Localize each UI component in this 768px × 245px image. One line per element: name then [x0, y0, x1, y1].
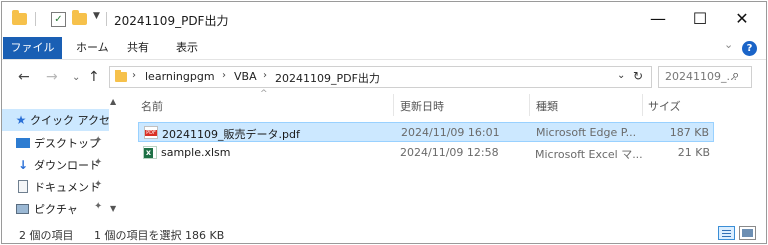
selection-info: 1 個の項目を選択 186 KB	[94, 229, 225, 242]
file-row[interactable]: sample.xlsm 2024/11/09 12:58 Microsoft E…	[138, 143, 714, 163]
sidebar-item-label: デスクトップ	[34, 137, 100, 150]
file-name: sample.xlsm	[161, 146, 231, 159]
item-count: 2 個の項目	[19, 229, 74, 242]
column-header-type[interactable]: 種類	[536, 98, 558, 114]
file-date: 2024/11/09 16:01	[401, 126, 500, 139]
large-icons-view-button[interactable]	[739, 226, 756, 240]
sidebar-item-label: ピクチャ	[34, 203, 78, 216]
file-date: 2024/11/09 12:58	[400, 146, 499, 159]
ribbon-expand-icon[interactable]: ⌄	[724, 38, 733, 51]
breadcrumb-separator[interactable]: ›	[263, 70, 267, 81]
sidebar-item-downloads[interactable]: ↓ ダウンロード ✦	[2, 154, 109, 176]
breadcrumb-current-folder[interactable]: 20241109_PDF出力	[275, 70, 380, 86]
column-header-name[interactable]: 名前	[141, 98, 163, 114]
navigation-pane: ★ クイック アクセ デスクトップ ✦ ↓ ダウンロード ✦ ドキュメント ✦ …	[2, 97, 121, 222]
desktop-icon	[16, 136, 30, 150]
search-icon[interactable]: ⌕	[732, 68, 739, 83]
documents-icon	[16, 180, 30, 194]
breadcrumb-separator[interactable]: ›	[132, 70, 136, 81]
maximize-button[interactable]: ☐	[680, 6, 720, 32]
address-bar[interactable]: › learningpgm › VBA › 20241109_PDF出力 ⌄ ↻	[109, 66, 652, 88]
nav-scroll-down-button[interactable]: ▼	[110, 204, 116, 213]
tab-file[interactable]: ファイル	[3, 37, 62, 59]
pin-icon[interactable]: ✦	[94, 135, 102, 146]
ribbon-divider	[2, 59, 766, 60]
minimize-button[interactable]: —	[638, 6, 678, 32]
pin-icon[interactable]: ✦	[94, 201, 102, 212]
tab-share[interactable]: 共有	[127, 36, 149, 59]
details-view-button[interactable]	[718, 226, 735, 240]
address-dropdown-icon[interactable]: ⌄	[617, 70, 625, 81]
breadcrumb-separator[interactable]: ›	[222, 70, 226, 81]
up-button[interactable]: ↑	[88, 68, 100, 86]
close-button[interactable]: ✕	[722, 6, 762, 32]
file-row[interactable]: 20241109_販売データ.pdf 2024/11/09 16:01 Micr…	[138, 122, 714, 142]
sidebar-item-pictures[interactable]: ピクチャ ✦	[2, 198, 109, 220]
tab-home[interactable]: ホーム	[76, 36, 109, 59]
sidebar-item-quick-access[interactable]: ★ クイック アクセ	[2, 109, 110, 131]
folder-icon	[115, 70, 127, 82]
pictures-icon	[16, 202, 30, 216]
column-divider[interactable]	[529, 94, 530, 116]
pin-icon[interactable]: ✦	[94, 157, 102, 168]
window-title: 20241109_PDF出力	[114, 14, 229, 28]
properties-checkbox-icon[interactable]: ✓	[51, 12, 66, 27]
new-folder-icon[interactable]	[72, 10, 87, 25]
file-type: Microsoft Edge P...	[536, 126, 637, 139]
file-size: 187 KB	[669, 126, 709, 139]
forward-button[interactable]: →	[46, 68, 58, 86]
star-icon: ★	[15, 113, 27, 127]
pin-icon[interactable]: ✦	[94, 179, 102, 190]
column-header-size[interactable]: サイズ	[648, 98, 681, 114]
sort-ascending-icon: ^	[260, 89, 268, 99]
quick-access-toolbar-dropdown[interactable]: ▼	[93, 11, 100, 21]
help-icon[interactable]: ?	[742, 41, 757, 56]
search-placeholder: 20241109_...	[665, 70, 737, 83]
search-input[interactable]: 20241109_... ⌕	[658, 66, 752, 88]
title-separator	[106, 12, 107, 26]
sidebar-item-label: ダウンロード	[34, 159, 100, 172]
column-header-date[interactable]: 更新日時	[400, 98, 444, 114]
column-divider[interactable]	[642, 94, 643, 116]
back-button[interactable]: ←	[18, 68, 30, 86]
ribbon-tab-bar: ファイル ホーム 共有 表示 ⌄ ?	[2, 36, 766, 59]
title-separator	[35, 12, 36, 26]
sidebar-item-desktop[interactable]: デスクトップ ✦	[2, 132, 109, 154]
download-icon: ↓	[17, 158, 29, 172]
breadcrumb-vba[interactable]: VBA	[234, 70, 257, 83]
breadcrumb-learningpgm[interactable]: learningpgm	[145, 70, 215, 83]
folder-icon	[12, 10, 27, 25]
excel-file-icon	[143, 146, 157, 159]
status-bar: 2 個の項目 1 個の項目を選択 186 KB	[2, 224, 766, 243]
title-bar: ✓ ▼ 20241109_PDF出力 — ☐ ✕	[2, 2, 766, 36]
sidebar-item-label: クイック アクセ	[30, 114, 110, 127]
recent-locations-button[interactable]: ⌄	[72, 69, 80, 87]
column-divider[interactable]	[393, 94, 394, 116]
pdf-file-icon	[144, 126, 158, 139]
tab-view[interactable]: 表示	[176, 36, 198, 59]
sidebar-item-documents[interactable]: ドキュメント ✦	[2, 176, 109, 198]
explorer-window: ✓ ▼ 20241109_PDF出力 — ☐ ✕ ファイル ホーム 共有 表示 …	[1, 1, 767, 244]
sidebar-item-label: ドキュメント	[34, 181, 100, 194]
file-type: Microsoft Excel マ...	[535, 148, 643, 161]
refresh-icon[interactable]: ↻	[633, 69, 643, 83]
nav-scroll-up-button[interactable]: ▲	[110, 97, 116, 106]
file-name: 20241109_販売データ.pdf	[162, 128, 300, 141]
file-size: 21 KB	[677, 146, 710, 159]
